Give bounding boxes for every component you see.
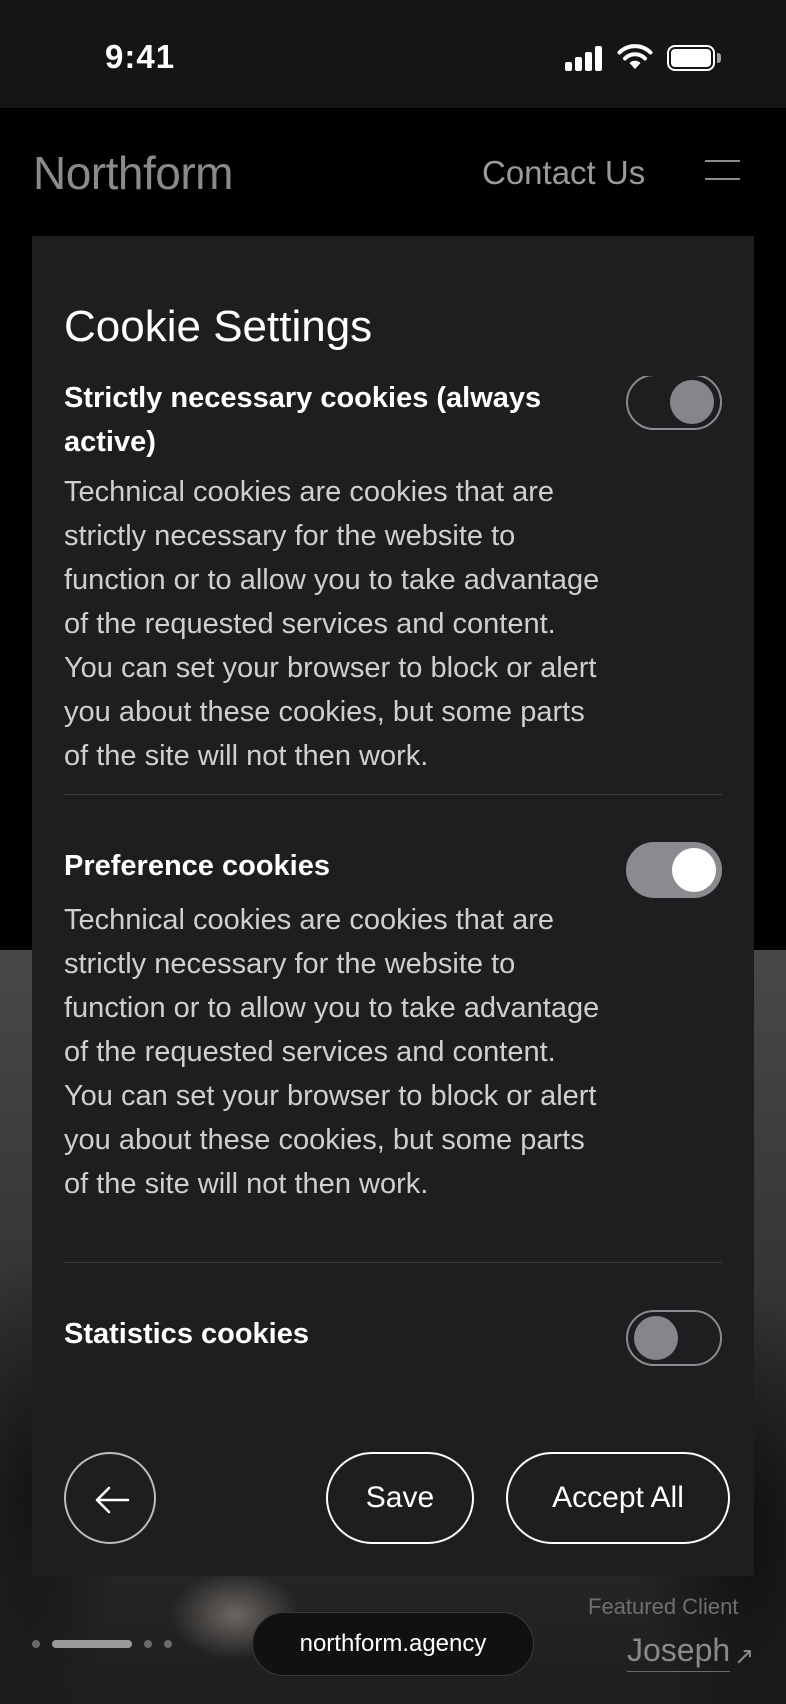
featured-client-link[interactable]: Joseph xyxy=(627,1632,731,1672)
statistics-cookies-toggle[interactable] xyxy=(626,1310,722,1366)
back-button[interactable] xyxy=(64,1452,156,1544)
cookie-settings-modal: Cookie Settings Strictly necessary cooki… xyxy=(32,236,754,1576)
arrow-left-icon xyxy=(95,1486,130,1514)
site-url-pill[interactable]: northform.agency xyxy=(252,1612,534,1676)
section-description: Technical cookies are cookies that are s… xyxy=(64,476,600,772)
section-title: Strictly necessary cookies (always activ… xyxy=(64,382,542,458)
arrow-up-right-icon: ↗ xyxy=(734,1643,755,1670)
cellular-signal-icon xyxy=(565,45,605,71)
preference-cookies-toggle[interactable] xyxy=(626,842,722,898)
cookie-sections-scroll[interactable]: Strictly necessary cookies (always activ… xyxy=(32,376,754,1404)
contact-us-link[interactable]: Contact Us xyxy=(482,154,645,192)
section-title: Statistics cookies xyxy=(64,1318,309,1350)
section-title: Preference cookies xyxy=(64,850,330,882)
hamburger-icon[interactable] xyxy=(705,160,740,184)
wifi-icon xyxy=(617,44,653,69)
section-divider xyxy=(64,1262,722,1263)
section-description: Technical cookies are cookies that are s… xyxy=(64,904,600,1200)
featured-client-label: Featured Client xyxy=(588,1594,739,1619)
brand-logo[interactable]: Northform xyxy=(33,146,233,200)
save-button[interactable]: Save xyxy=(326,1452,474,1544)
status-bar: 9:41 xyxy=(0,0,786,108)
necessary-cookies-toggle xyxy=(626,376,722,430)
accept-all-button[interactable]: Accept All xyxy=(506,1452,730,1544)
section-divider xyxy=(64,794,722,795)
status-time: 9:41 xyxy=(105,38,176,75)
modal-title: Cookie Settings xyxy=(64,302,373,351)
battery-icon xyxy=(667,45,721,71)
